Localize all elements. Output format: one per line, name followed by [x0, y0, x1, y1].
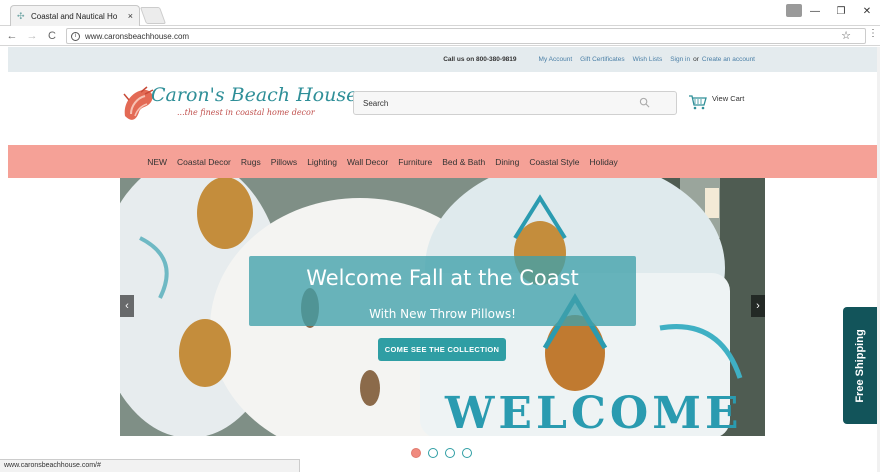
maximize-button[interactable]: ❐ [828, 0, 854, 22]
address-bar[interactable]: i www.caronsbeachhouse.com ☆ [66, 28, 866, 44]
nav-item-wall-decor[interactable]: Wall Decor [347, 157, 388, 167]
nav-item-new[interactable]: NEW [147, 157, 167, 167]
slider-pagination [411, 448, 479, 458]
profile-icon[interactable] [786, 4, 802, 17]
sign-in-link[interactable]: Sign in [670, 56, 690, 63]
bookmark-star-icon[interactable]: ☆ [841, 29, 851, 42]
free-shipping-label: Free Shipping [854, 328, 866, 403]
utility-bar: Call us on 800-380-9819 My Account Gift … [8, 47, 877, 72]
status-bar: www.caronsbeachhouse.com/# [0, 459, 300, 472]
nav-item-dining[interactable]: Dining [495, 157, 519, 167]
nav-item-furniture[interactable]: Furniture [398, 157, 432, 167]
hero-slider[interactable]: WELCOME Welcome Fall at the Coast With N… [120, 178, 765, 436]
site-header: Caron's Beach House ...the finest in coa… [8, 72, 877, 145]
create-account-link[interactable]: Create an account [702, 56, 755, 63]
site-logo[interactable]: Caron's Beach House ...the finest in coa… [121, 84, 357, 136]
url-text: www.caronsbeachhouse.com [85, 31, 190, 41]
web-page: Call us on 800-380-9819 My Account Gift … [8, 47, 877, 472]
hero-subtitle: With New Throw Pillows! [369, 307, 516, 321]
hero-title: Welcome Fall at the Coast [306, 266, 579, 290]
cart-icon [689, 95, 707, 110]
nav-item-lighting[interactable]: Lighting [307, 157, 337, 167]
my-account-link[interactable]: My Account [539, 56, 573, 63]
slider-next-icon[interactable]: › [751, 295, 765, 317]
phone-number: Call us on 800-380-9819 [443, 56, 517, 63]
slider-prev-icon[interactable]: ‹ [120, 295, 134, 317]
search-placeholder: Search [363, 98, 389, 108]
view-cart-label: View Cart [712, 94, 745, 103]
nav-item-pillows[interactable]: Pillows [271, 157, 297, 167]
nav-item-coastal-style[interactable]: Coastal Style [529, 157, 579, 167]
reload-icon[interactable]: C [44, 30, 60, 42]
view-cart-link[interactable]: View Cart [688, 94, 744, 110]
browser-menu-icon[interactable]: ⋮ [868, 28, 878, 39]
browser-toolbar: ← → C i www.caronsbeachhouse.com ☆ ⋮ [0, 26, 880, 46]
hero-caption: Welcome Fall at the Coast With New Throw… [249, 256, 636, 326]
gift-certificates-link[interactable]: Gift Certificates [580, 56, 624, 63]
logo-name: Caron's Beach House [151, 84, 358, 106]
browser-tab[interactable]: ✣ Coastal and Nautical Ho × [10, 5, 140, 26]
slider-dot-4[interactable] [462, 448, 472, 458]
see-collection-button[interactable]: COME SEE THE COLLECTION [378, 338, 506, 361]
main-nav: NEW Coastal Decor Rugs Pillows Lighting … [8, 145, 877, 178]
nav-item-coastal-decor[interactable]: Coastal Decor [177, 157, 231, 167]
close-window-button[interactable]: ✕ [854, 0, 880, 22]
new-tab-button[interactable] [139, 7, 167, 24]
free-shipping-tab[interactable]: Free Shipping [843, 307, 877, 424]
search-input[interactable]: Search [353, 91, 677, 115]
tab-close-icon[interactable]: × [128, 11, 133, 21]
nav-item-holiday[interactable]: Holiday [589, 157, 617, 167]
wish-lists-link[interactable]: Wish Lists [633, 56, 663, 63]
favicon-icon: ✣ [17, 10, 25, 21]
slider-dot-1[interactable] [411, 448, 421, 458]
nav-item-bed-bath[interactable]: Bed & Bath [442, 157, 485, 167]
svg-text:WELCOME: WELCOME [444, 388, 742, 436]
browser-tabstrip: ✣ Coastal and Nautical Ho × — ❐ ✕ [0, 0, 880, 26]
window-controls: — ❐ ✕ [802, 0, 880, 22]
info-icon[interactable]: i [71, 31, 80, 41]
search-icon[interactable] [639, 97, 650, 108]
forward-icon[interactable]: → [24, 30, 40, 42]
nav-item-rugs[interactable]: Rugs [241, 157, 261, 167]
logo-tagline: ...the finest in coastal home decor [177, 108, 315, 117]
back-icon[interactable]: ← [4, 30, 20, 42]
tab-title: Coastal and Nautical Ho [31, 11, 118, 21]
or-text: or [693, 56, 699, 63]
slider-dot-3[interactable] [445, 448, 455, 458]
minimize-button[interactable]: — [802, 0, 828, 22]
slider-dot-2[interactable] [428, 448, 438, 458]
